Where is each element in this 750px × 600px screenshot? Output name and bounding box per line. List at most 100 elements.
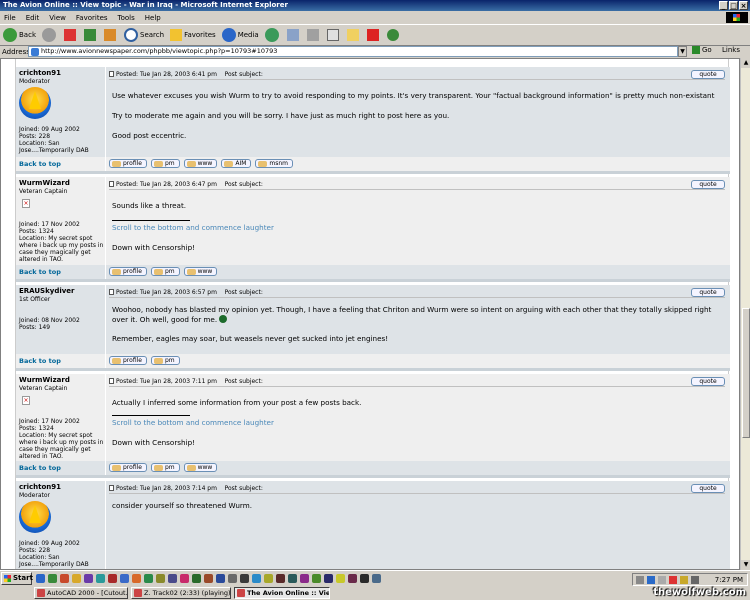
scrollbar-thumb[interactable] [742, 308, 750, 438]
post-username[interactable]: WurmWizard [19, 179, 102, 187]
home-button[interactable] [104, 29, 118, 41]
volume-icon[interactable] [691, 576, 699, 584]
maximize-button[interactable]: □ [729, 1, 738, 10]
signature-link[interactable]: Scroll to the bottom and commence laught… [112, 418, 717, 428]
app-icon[interactable] [312, 574, 321, 583]
menu-edit[interactable]: Edit [26, 14, 40, 22]
profile-button[interactable]: profile [109, 356, 147, 365]
scroll-up-button[interactable]: ▲ [741, 58, 750, 68]
ie-icon[interactable] [36, 574, 45, 583]
quote-button[interactable]: quote [691, 484, 725, 493]
pm-button[interactable]: pm [150, 356, 180, 365]
back-to-top-link[interactable]: Back to top [19, 160, 61, 168]
print-button[interactable] [306, 29, 321, 41]
back-to-top-link[interactable]: Back to top [19, 268, 61, 276]
favorites-button[interactable]: Favorites [170, 29, 216, 41]
scroll-down-button[interactable]: ▼ [741, 560, 750, 570]
app-icon[interactable] [324, 574, 333, 583]
pm-button[interactable]: pm [150, 267, 180, 276]
messenger-button[interactable] [386, 29, 401, 41]
profile-button[interactable]: profile [109, 463, 147, 472]
app-icon[interactable] [120, 574, 129, 583]
tray-icon[interactable] [658, 576, 666, 584]
forward-button[interactable] [42, 28, 58, 42]
app-icon[interactable] [180, 574, 189, 583]
back-button[interactable]: Back [3, 28, 36, 42]
app-icon[interactable] [300, 574, 309, 583]
close-button[interactable]: × [739, 1, 748, 10]
menu-tools[interactable]: Tools [118, 14, 135, 22]
app-icon[interactable] [228, 574, 237, 583]
aim-button[interactable]: AIM [221, 159, 252, 168]
app-icon[interactable] [348, 574, 357, 583]
vertical-scrollbar[interactable]: ▲ ▼ [740, 58, 750, 570]
app-icon[interactable] [72, 574, 81, 583]
task-winamp[interactable]: Z. Track02 (2:33) (playing) [131, 587, 231, 599]
app-icon[interactable] [252, 574, 261, 583]
www-button[interactable]: www [183, 159, 218, 168]
app-icon[interactable] [96, 574, 105, 583]
app-icon[interactable] [60, 574, 69, 583]
task-autocad[interactable]: AutoCAD 2000 - [Cutout... [34, 587, 128, 599]
quote-button[interactable]: quote [691, 288, 725, 297]
address-input[interactable]: http://www.avionnewspaper.com/phpbb/view… [28, 46, 678, 57]
tray-icon[interactable] [680, 576, 688, 584]
app-icon[interactable] [372, 574, 381, 583]
profile-button[interactable]: profile [109, 267, 147, 276]
media-button[interactable]: Media [221, 28, 259, 42]
menu-view[interactable]: View [49, 14, 66, 22]
www-button[interactable]: www [183, 267, 218, 276]
app-icon[interactable] [216, 574, 225, 583]
mail-button[interactable] [286, 29, 301, 41]
stop-button[interactable] [64, 29, 78, 41]
links-button[interactable]: Links [722, 46, 740, 54]
app-icon[interactable] [240, 574, 249, 583]
app-icon[interactable] [132, 574, 141, 583]
app-icon[interactable] [192, 574, 201, 583]
search-button[interactable]: Search [124, 28, 164, 42]
desktop-icon[interactable] [48, 574, 57, 583]
task-browser[interactable]: The Avion Online :: Vie... [234, 587, 330, 599]
quote-button[interactable]: quote [691, 70, 725, 79]
post-username[interactable]: crichton91 [19, 483, 102, 491]
app-icon[interactable] [144, 574, 153, 583]
back-to-top-link[interactable]: Back to top [19, 357, 61, 365]
refresh-button[interactable] [84, 29, 98, 41]
menu-favorites[interactable]: Favorites [76, 14, 108, 22]
app-icon[interactable] [204, 574, 213, 583]
signature-link[interactable]: Scroll to the bottom and commence laught… [112, 223, 717, 233]
history-button[interactable] [264, 28, 281, 42]
app-icon[interactable] [360, 574, 369, 583]
post-username[interactable]: crichton91 [19, 69, 102, 77]
msnm-button[interactable]: msnm [255, 159, 294, 168]
go-button[interactable]: Go [692, 46, 712, 54]
address-dropdown-button[interactable]: ▼ [678, 46, 687, 57]
app-icon[interactable] [108, 574, 117, 583]
edit-button[interactable] [326, 29, 341, 41]
app-icon[interactable] [168, 574, 177, 583]
menu-file[interactable]: File [4, 14, 16, 22]
start-button[interactable]: Start [1, 572, 33, 585]
post-username[interactable]: ERAUSkydiver [19, 287, 102, 295]
tray-icon[interactable] [636, 576, 644, 584]
app-icon[interactable] [336, 574, 345, 583]
app-icon[interactable] [264, 574, 273, 583]
tray-icon[interactable] [647, 576, 655, 584]
pm-button[interactable]: pm [150, 159, 180, 168]
tray-icon[interactable] [669, 576, 677, 584]
app-icon[interactable] [288, 574, 297, 583]
discuss-button[interactable] [346, 29, 361, 41]
profile-button[interactable]: profile [109, 159, 147, 168]
app-icon[interactable] [84, 574, 93, 583]
minimize-button[interactable]: _ [719, 1, 728, 10]
app-icon[interactable] [156, 574, 165, 583]
back-to-top-link[interactable]: Back to top [19, 464, 61, 472]
quote-button[interactable]: quote [691, 377, 725, 386]
www-button[interactable]: www [183, 463, 218, 472]
quote-button[interactable]: quote [691, 180, 725, 189]
yahoo-button[interactable] [366, 29, 381, 41]
app-icon[interactable] [276, 574, 285, 583]
pm-button[interactable]: pm [150, 463, 180, 472]
menu-help[interactable]: Help [145, 14, 161, 22]
post-username[interactable]: WurmWizard [19, 376, 102, 384]
